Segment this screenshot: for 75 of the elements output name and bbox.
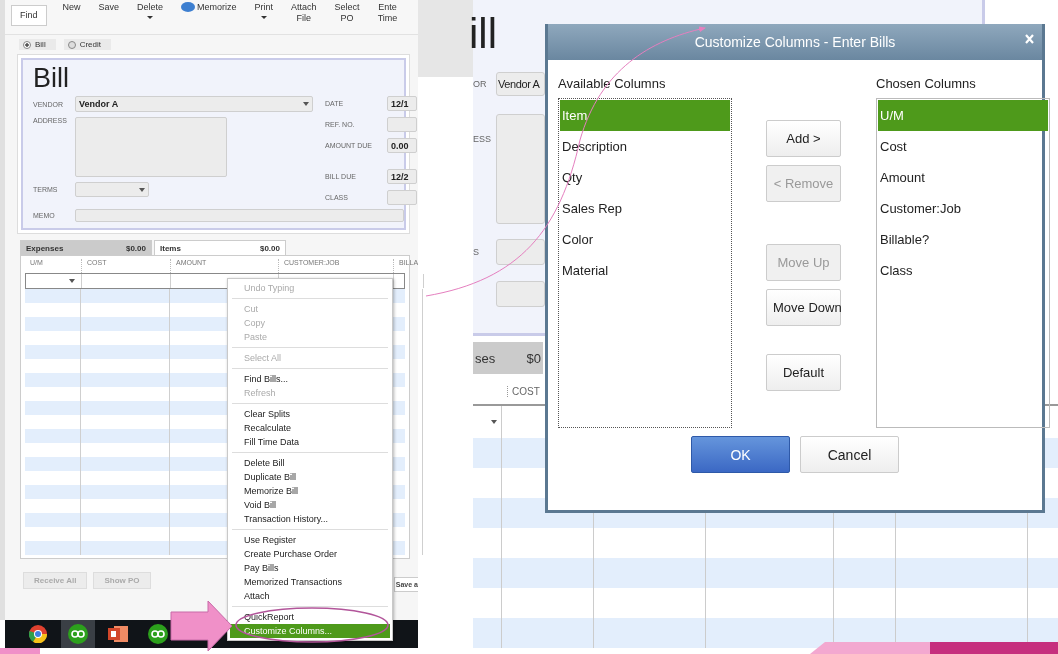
menu-item[interactable]: Duplicate Bill — [230, 470, 390, 484]
list-item[interactable]: Item — [560, 100, 730, 131]
cancel-button[interactable]: Cancel — [800, 436, 899, 473]
toolbar-button[interactable]: Select PO — [332, 2, 362, 24]
field-label: OR — [473, 79, 488, 89]
browser-icon[interactable] — [29, 625, 47, 643]
toolbar-button[interactable]: Ente Time — [375, 2, 400, 24]
menu-item[interactable]: Customize Columns... — [230, 624, 390, 638]
books-app-icon[interactable] — [68, 624, 88, 644]
toolbar-button[interactable]: Memorize — [179, 2, 239, 13]
tab[interactable]: Expenses $0.00 — [20, 240, 152, 255]
radio-button[interactable]: Credit — [63, 39, 111, 50]
list-label: Available Columns — [558, 76, 667, 93]
vendor-dropdown[interactable]: Vendor A — [496, 72, 545, 96]
dialog-button[interactable]: Move Down — [766, 289, 841, 326]
tab[interactable]: Items $0.00 — [154, 240, 286, 255]
list-item[interactable]: Customer:Job — [878, 193, 1048, 224]
toolbar-button[interactable]: Save — [96, 2, 122, 13]
dropdown-caret-icon[interactable] — [69, 279, 75, 283]
menu-item[interactable]: Clear Splits — [230, 407, 390, 421]
terms-dropdown[interactable] — [496, 239, 545, 265]
list-item[interactable]: Amount — [878, 162, 1048, 193]
dialog-title: Customize Columns - Enter Bills — [548, 24, 1042, 60]
menu-item[interactable]: Memorized Transactions — [230, 575, 390, 589]
form-field[interactable]: 12/1 — [387, 96, 417, 111]
toolbar-button[interactable]: Find — [11, 5, 47, 26]
pointer-arrow-icon — [170, 600, 233, 652]
menu-item[interactable]: Recalculate — [230, 421, 390, 435]
tab[interactable]: ses $0 — [473, 341, 543, 375]
menu-item[interactable]: Void Bill — [230, 498, 390, 512]
toolbar-button[interactable]: Attach File — [289, 2, 319, 24]
menu-item[interactable]: Fill Time Data — [230, 435, 390, 449]
toolbar-button[interactable]: New — [60, 2, 83, 13]
list-item[interactable]: U/M — [878, 100, 1048, 131]
menu-item[interactable]: QuickReport — [230, 610, 390, 624]
caret-icon — [147, 16, 154, 19]
field-label: S — [473, 247, 480, 257]
menu-item[interactable]: Create Purchase Order — [230, 547, 390, 561]
vendor-dropdown[interactable]: Vendor A — [75, 96, 313, 112]
address-field[interactable] — [496, 114, 545, 224]
list-item[interactable]: Sales Rep — [560, 193, 730, 224]
ok-button[interactable]: OK — [691, 436, 790, 473]
list-item[interactable]: Color — [560, 224, 730, 255]
list-label: Chosen Columns — [876, 76, 977, 93]
radio-button[interactable]: Bill — [19, 39, 56, 50]
toolbar-button[interactable]: Delete — [135, 2, 166, 19]
list-item[interactable]: Qty — [560, 162, 730, 193]
form-field[interactable] — [387, 190, 417, 205]
form-field[interactable] — [387, 117, 417, 132]
books-app-icon[interactable] — [148, 624, 168, 644]
list-item[interactable]: Material — [560, 255, 730, 286]
form-field[interactable]: 0.00 — [387, 138, 417, 153]
slides-app-icon[interactable] — [108, 625, 128, 643]
caret-icon — [260, 16, 267, 19]
terms-dropdown[interactable] — [75, 182, 149, 197]
form-field[interactable]: 12/2 — [387, 169, 417, 184]
list-item[interactable]: Description — [560, 131, 730, 162]
list-item[interactable]: Class — [878, 255, 1048, 286]
dropdown-caret-icon[interactable] — [491, 420, 497, 424]
dialog-button[interactable]: Default — [766, 354, 841, 391]
address-field[interactable] — [75, 117, 227, 177]
form-title: Bill — [33, 64, 70, 92]
close-icon[interactable] — [1025, 34, 1034, 44]
column-header: COST — [507, 385, 540, 397]
list-item[interactable]: Billable? — [878, 224, 1048, 255]
menu-item[interactable]: Use Register — [230, 533, 390, 547]
memo-field[interactable] — [496, 281, 545, 307]
dialog-button[interactable]: Add > — [766, 120, 841, 157]
list-item[interactable]: Cost — [878, 131, 1048, 162]
speech-bubble-icon — [181, 2, 196, 13]
toolbar-button[interactable]: Print — [252, 2, 276, 19]
menu-item[interactable]: Attach — [230, 589, 390, 603]
menu-item[interactable]: Pay Bills — [230, 561, 390, 575]
form-title: ill — [469, 12, 497, 56]
memo-field[interactable] — [75, 209, 404, 222]
